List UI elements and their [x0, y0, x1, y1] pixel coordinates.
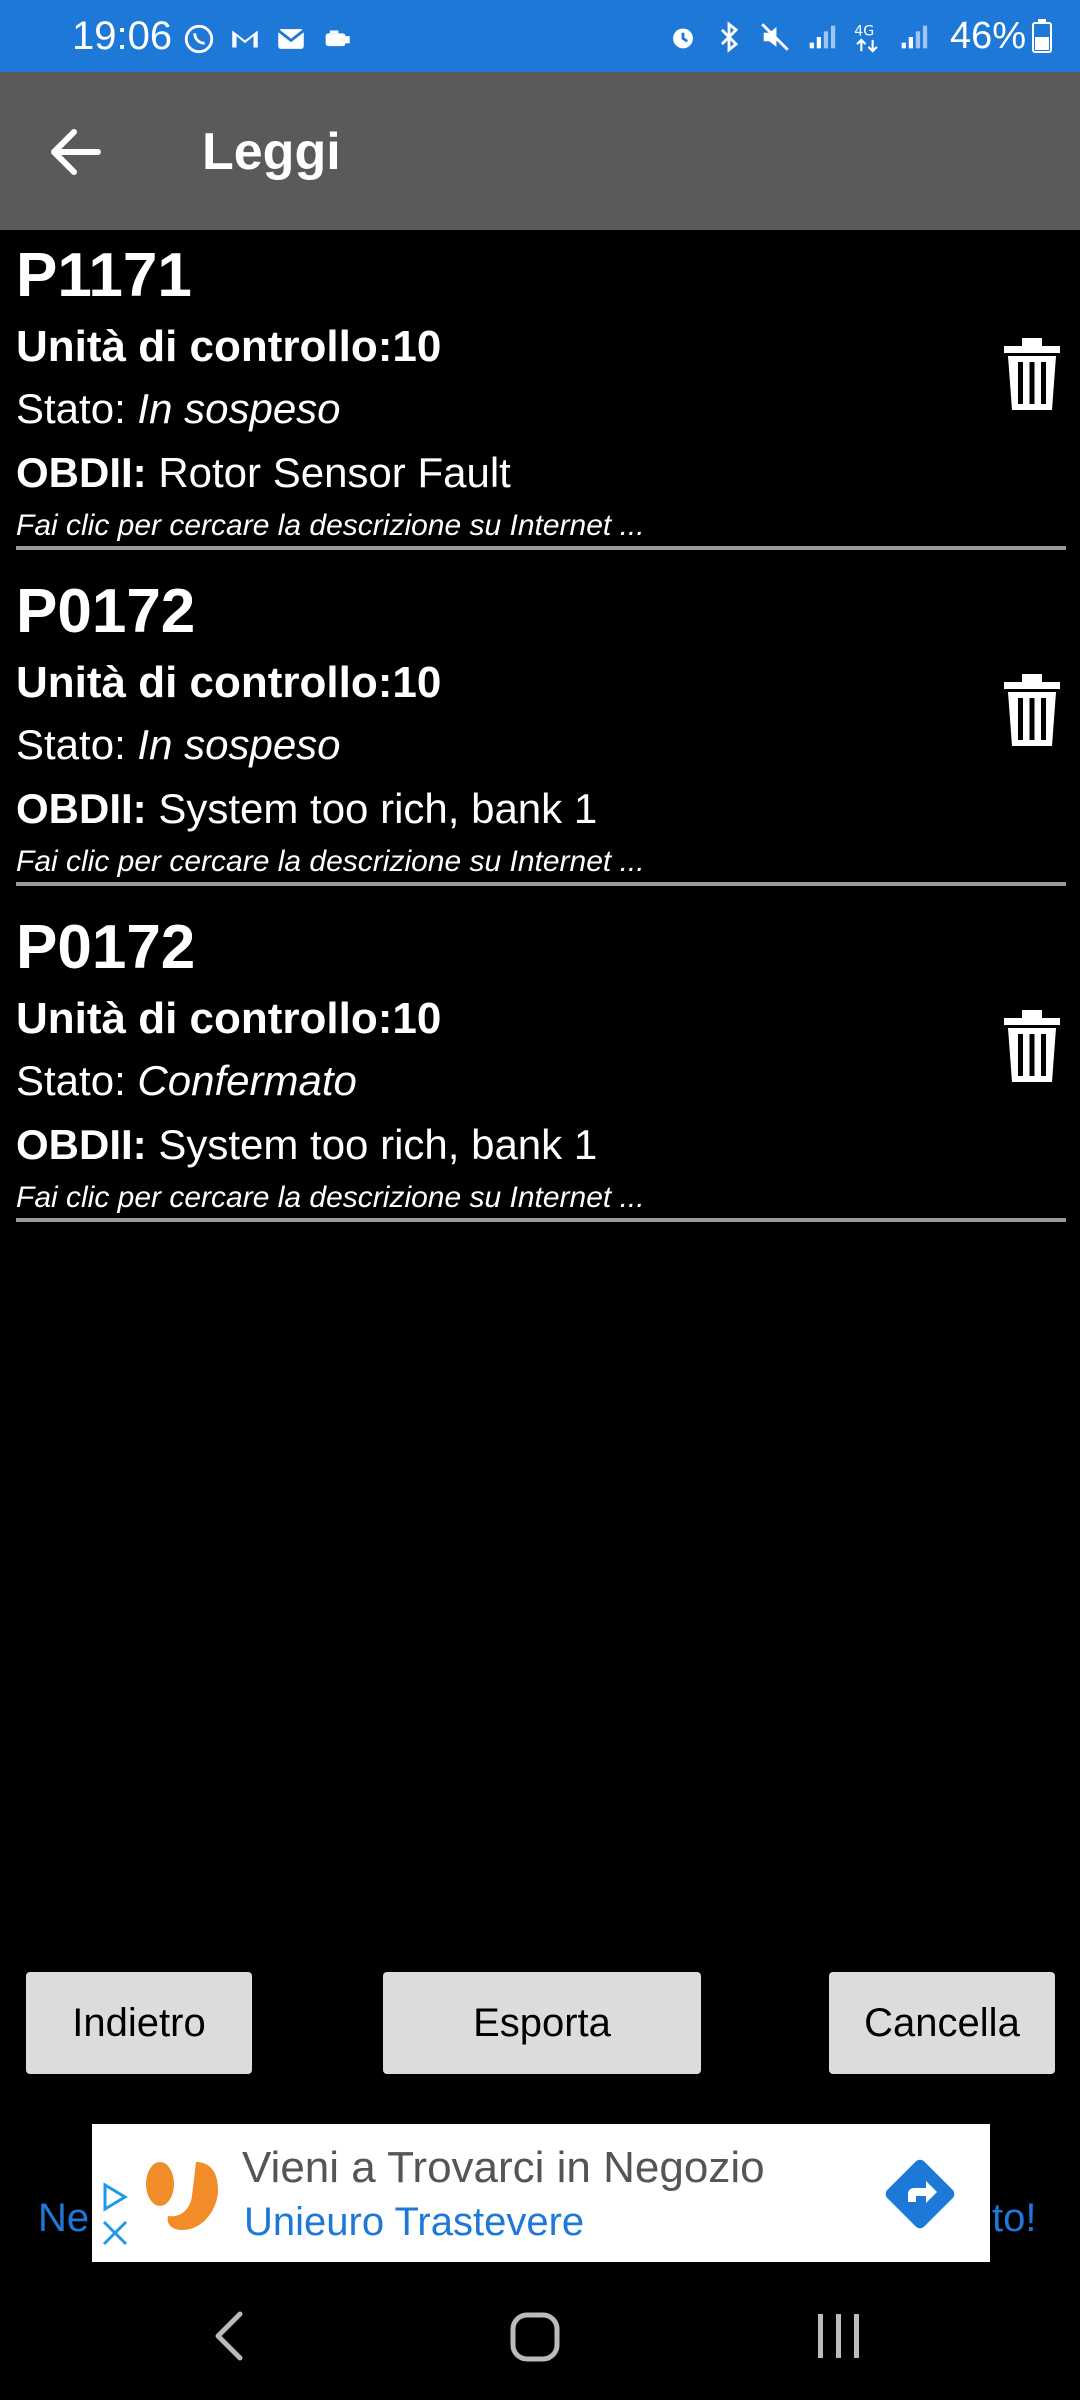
- obd-description: OBDII: System too rich, bank 1: [16, 1120, 597, 1170]
- page-title: Leggi: [202, 123, 341, 181]
- obd-label: OBDII:: [16, 449, 147, 496]
- list-item[interactable]: P0172 Unità di controllo:10 Stato: Confe…: [0, 902, 1080, 1238]
- notification-icons: [182, 22, 354, 56]
- nav-back-icon[interactable]: [210, 2310, 250, 2362]
- ad-title: Vieni a Trovarci in Negozio: [242, 2143, 765, 2192]
- status-label: Stato:: [16, 1057, 138, 1104]
- alarm-icon: [673, 28, 693, 49]
- divider: [16, 546, 1066, 550]
- list-item[interactable]: P0172 Unità di controllo:10 Stato: In so…: [0, 566, 1080, 902]
- battery-indicator: 46%: [950, 16, 1052, 56]
- nav-home-icon[interactable]: [510, 2312, 560, 2362]
- signal-icon: [809, 25, 836, 49]
- back-button[interactable]: Indietro: [26, 1972, 252, 2074]
- trash-icon[interactable]: [1002, 338, 1062, 410]
- control-unit: Unità di controllo:10: [16, 322, 442, 371]
- cancel-button[interactable]: Cancella: [829, 1972, 1055, 2074]
- signal-icon-2: [901, 25, 928, 49]
- svg-text:4G: 4G: [854, 24, 874, 40]
- ad-subtitle: Unieuro Trastevere: [244, 2200, 585, 2244]
- mute-icon: [761, 23, 789, 51]
- fault-list: P1171 Unità di controllo:10 Stato: In so…: [0, 230, 1080, 1238]
- battery-percent: 46%: [949, 15, 1026, 57]
- brand-logo-icon: [146, 2162, 218, 2230]
- mail-icon: [277, 29, 305, 49]
- fault-code: P1171: [16, 241, 192, 310]
- trash-icon[interactable]: [1002, 1010, 1062, 1082]
- nav-recents-icon[interactable]: [814, 2312, 864, 2360]
- fault-status: Stato: In sospeso: [16, 384, 341, 434]
- obd-label: OBDII:: [16, 785, 147, 832]
- bluetooth-icon: [720, 21, 739, 53]
- 4g-data-icon: 4G: [854, 24, 878, 53]
- navigation-bar: [0, 2262, 1080, 2400]
- obd-description: OBDII: System too rich, bank 1: [16, 784, 597, 834]
- search-hint-link[interactable]: Fai clic per cercare la descrizione su I…: [16, 844, 645, 880]
- search-hint-link[interactable]: Fai clic per cercare la descrizione su I…: [16, 1180, 645, 1216]
- gmail-icon: [232, 30, 258, 48]
- control-unit: Unità di controllo:10: [16, 658, 442, 707]
- back-arrow-icon[interactable]: [46, 124, 106, 180]
- list-item[interactable]: P1171 Unità di controllo:10 Stato: In so…: [0, 230, 1080, 566]
- app-bar: Leggi: [0, 72, 1080, 230]
- ad-text-fragment-left: Ne: [38, 2196, 90, 2240]
- obd-value: Rotor Sensor Fault: [146, 449, 511, 496]
- status-value: Confermato: [137, 1057, 357, 1104]
- status-label: Stato:: [16, 721, 138, 768]
- control-unit: Unità di controllo:10: [16, 994, 442, 1043]
- status-value: In sospeso: [137, 721, 341, 768]
- status-value: In sospeso: [137, 385, 341, 432]
- ad-text-fragment-right: to!: [992, 2196, 1037, 2240]
- status-time: 19:06: [72, 14, 173, 58]
- status-label: Stato:: [16, 385, 138, 432]
- car-engine-icon: [325, 30, 350, 47]
- directions-arrow-icon[interactable]: [882, 2156, 958, 2232]
- fault-status: Stato: In sospeso: [16, 720, 341, 770]
- battery-icon: [1032, 19, 1052, 53]
- ad-banner[interactable]: Vieni a Trovarci in Negozio Unieuro Tras…: [92, 2124, 990, 2262]
- fault-code: P0172: [16, 913, 196, 982]
- obd-description: OBDII: Rotor Sensor Fault: [16, 448, 511, 498]
- export-button[interactable]: Esporta: [383, 1972, 701, 2074]
- whatsapp-icon: [184, 24, 214, 54]
- fault-status: Stato: Confermato: [16, 1056, 357, 1106]
- adchoices-icon[interactable]: [100, 2182, 130, 2212]
- obd-label: OBDII:: [16, 1121, 147, 1168]
- obd-value: System too rich, bank 1: [146, 785, 598, 832]
- trash-icon[interactable]: [1002, 674, 1062, 746]
- divider: [16, 1218, 1066, 1222]
- fault-code: P0172: [16, 577, 196, 646]
- search-hint-link[interactable]: Fai clic per cercare la descrizione su I…: [16, 508, 645, 544]
- system-icons: 4G: [666, 20, 930, 54]
- divider: [16, 882, 1066, 886]
- close-icon[interactable]: [98, 2216, 132, 2250]
- status-bar: 19:06 4G 46%: [0, 0, 1080, 72]
- obd-value: System too rich, bank 1: [146, 1121, 598, 1168]
